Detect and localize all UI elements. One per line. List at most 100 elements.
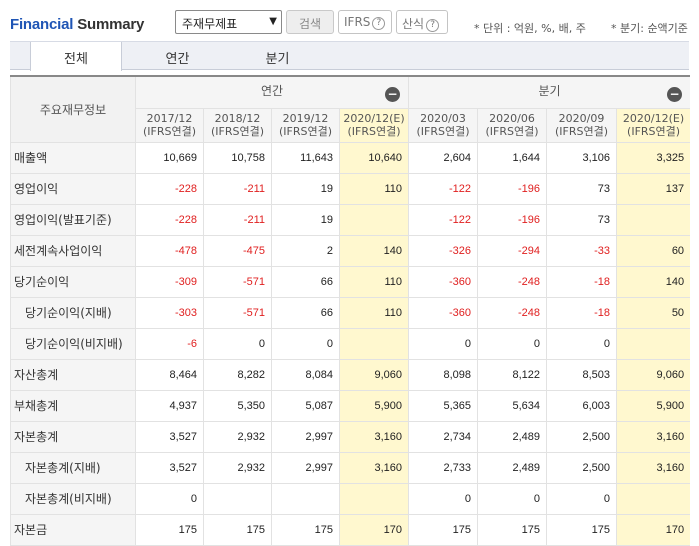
- financial-summary-table: 주요재무정보 연간 − 분기 − 2017/12 (IFRS연결) 2018/12…: [10, 75, 690, 546]
- table-cell: -294: [477, 234, 548, 267]
- table-row: 당기순이익(지배) -303 -571 66 110 -360 -248 -18 50: [10, 296, 690, 329]
- table-cell: 0: [408, 482, 479, 515]
- table-cell: [203, 482, 272, 515]
- table-cell: -309: [135, 265, 204, 298]
- page-title: Financial Summary: [10, 16, 144, 33]
- table-cell: -228: [135, 172, 204, 205]
- row-label: 영업이익: [10, 172, 136, 205]
- table-cell: -6: [135, 327, 204, 360]
- table-cell: 4,937: [135, 389, 204, 422]
- table-row: 영업이익 -228 -211 19 110 -122 -196 73 137: [10, 172, 690, 205]
- table-cell: 0: [271, 327, 340, 360]
- table-cell: 8,122: [477, 358, 548, 391]
- table-cell: 10,640: [338, 141, 410, 174]
- table-cell: 3,325: [616, 141, 690, 174]
- table-cell: -18: [546, 265, 618, 298]
- table-cell: 3,160: [616, 451, 690, 484]
- table-cell: 175: [203, 513, 272, 546]
- table-cell: 2,932: [203, 420, 272, 453]
- table-cell: 66: [271, 296, 340, 329]
- table-cell: 10,758: [203, 141, 272, 174]
- table-cell: 10,669: [135, 141, 204, 174]
- tab-annual[interactable]: 연간: [130, 42, 225, 70]
- table-cell: 2,734: [408, 420, 479, 453]
- formula-button[interactable]: 산식?: [396, 10, 448, 34]
- table-cell: -571: [203, 265, 272, 298]
- table-row: 세전계속사업이익 -478 -475 2 140 -326 -294 -33 60: [10, 234, 690, 267]
- table-cell: 5,900: [616, 389, 690, 422]
- table-cell: -475: [203, 234, 272, 267]
- table-cell: 175: [477, 513, 548, 546]
- table-cell: -248: [477, 265, 548, 298]
- row-label: 자본금: [10, 513, 136, 546]
- table-cell: 2,500: [546, 451, 618, 484]
- table-cell: 3,527: [135, 451, 204, 484]
- row-label: 자본총계: [10, 420, 136, 453]
- row-label: 자본총계(비지배): [10, 482, 136, 515]
- table-cell: -122: [408, 172, 479, 205]
- table-cell: 110: [338, 265, 410, 298]
- table-cell: 9,060: [338, 358, 410, 391]
- table-cell: 8,464: [135, 358, 204, 391]
- row-label: 당기순이익: [10, 265, 136, 298]
- table-cell: 8,282: [203, 358, 272, 391]
- table-cell: [338, 327, 410, 360]
- financial-summary-table-container[interactable]: 주요재무정보 연간 − 분기 − 2017/12 (IFRS연결) 2018/12…: [10, 75, 690, 546]
- table-cell: -196: [477, 203, 548, 236]
- table-cell: 0: [546, 482, 618, 515]
- tab-quarter[interactable]: 분기: [230, 42, 325, 70]
- table-row: 자본총계(지배) 3,527 2,932 2,997 3,160 2,733 2,489 2,…: [10, 451, 690, 484]
- table-cell: 11,643: [271, 141, 340, 174]
- table-cell: -571: [203, 296, 272, 329]
- table-cell: -326: [408, 234, 479, 267]
- table-cell: -228: [135, 203, 204, 236]
- collapse-annual-icon[interactable]: −: [385, 87, 401, 102]
- table-cell: 2,604: [408, 141, 479, 174]
- column-header-estimate: 2020/12(E) (IFRS연결): [338, 107, 410, 143]
- table-cell: 9,060: [616, 358, 690, 391]
- table-cell: 110: [338, 296, 410, 329]
- table-cell: 110: [338, 172, 410, 205]
- column-header-estimate: 2020/12(E) (IFRS연결): [616, 107, 690, 143]
- table-cell: -360: [408, 296, 479, 329]
- table-cell: [338, 482, 410, 515]
- quarter-group-label: 분기: [538, 83, 561, 98]
- table-cell: 0: [477, 327, 548, 360]
- table-cell: -33: [546, 234, 618, 267]
- page-title-part1: Financial: [10, 16, 74, 33]
- table-cell: 2,932: [203, 451, 272, 484]
- table-cell: 19: [271, 203, 340, 236]
- tab-all[interactable]: 전체: [30, 42, 122, 71]
- table-cell: 8,503: [546, 358, 618, 391]
- table-row: 부채총계 4,937 5,350 5,087 5,900 5,365 5,634 6,003 5…: [10, 389, 690, 422]
- table-cell: 5,900: [338, 389, 410, 422]
- ifrs-button[interactable]: IFRS?: [338, 10, 392, 34]
- search-button[interactable]: 검색: [286, 10, 334, 34]
- table-cell: 0: [203, 327, 272, 360]
- table-cell: 3,527: [135, 420, 204, 453]
- table-cell: 3,160: [338, 451, 410, 484]
- table-cell: [616, 203, 690, 236]
- table-cell: 2,489: [477, 420, 548, 453]
- table-cell: -478: [135, 234, 204, 267]
- annual-group-header: 연간 −: [134, 75, 410, 109]
- table-cell: 8,098: [408, 358, 479, 391]
- table-row: 자본총계 3,527 2,932 2,997 3,160 2,734 2,489 2,500 3…: [10, 420, 690, 453]
- collapse-quarter-icon[interactable]: −: [667, 87, 683, 102]
- statement-type-select[interactable]: 주재무제표 ▼: [175, 10, 282, 34]
- question-icon: ?: [426, 19, 440, 32]
- column-header: 2020/06 (IFRS연결): [477, 107, 548, 143]
- table-cell: 66: [271, 265, 340, 298]
- table-cell: 5,634: [477, 389, 548, 422]
- table-cell: 175: [271, 513, 340, 546]
- row-label: 영업이익(발표기준): [10, 203, 136, 236]
- table-body: 매출액 10,669 10,758 11,643 10,640 2,604 1,644 3,1…: [10, 141, 690, 546]
- table-cell: 2,500: [546, 420, 618, 453]
- table-row: 영업이익(발표기준) -228 -211 19 -122 -196 73: [10, 203, 690, 236]
- table-cell: 60: [616, 234, 690, 267]
- row-label: 자본총계(지배): [10, 451, 136, 484]
- page-title-part2: Summary: [77, 16, 145, 33]
- table-cell: -303: [135, 296, 204, 329]
- column-header: 2020/03 (IFRS연결): [408, 107, 479, 143]
- table-cell: 175: [408, 513, 479, 546]
